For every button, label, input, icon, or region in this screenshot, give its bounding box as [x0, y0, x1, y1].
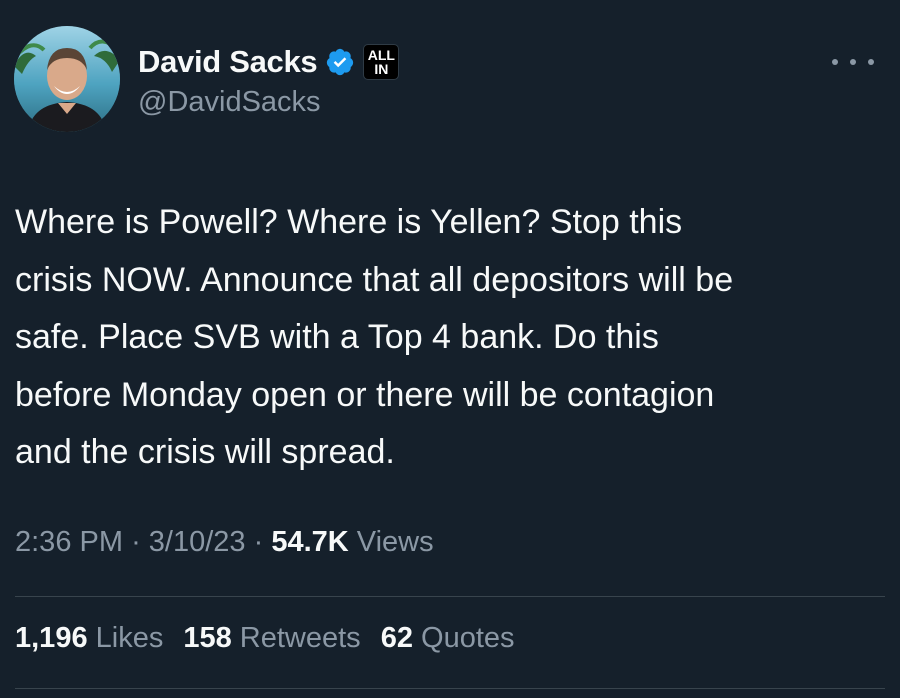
likes-stat[interactable]: 1,196 Likes [15, 622, 163, 655]
tweet-date[interactable]: 3/10/23 [149, 526, 246, 558]
tweet-card: David Sacks ALL IN @DavidSacks Where is … [0, 0, 900, 698]
more-horizontal-icon[interactable] [832, 50, 874, 74]
divider [15, 596, 885, 597]
author-display-name[interactable]: David Sacks [138, 44, 318, 80]
affiliate-badge-line2: IN [374, 61, 389, 77]
affiliate-badge-line1: ALL [367, 47, 395, 63]
meta-separator: · [253, 526, 272, 558]
retweets-stat[interactable]: 158 Retweets [183, 622, 360, 655]
quotes-stat[interactable]: 62 Quotes [381, 622, 515, 655]
likes-label: Likes [95, 622, 164, 654]
quotes-count: 62 [380, 622, 413, 654]
retweets-label: Retweets [239, 622, 361, 654]
verified-badge-icon[interactable] [325, 47, 355, 77]
meta-separator: · [131, 526, 149, 558]
likes-count: 1,196 [15, 622, 88, 654]
tweet-meta-row: 2:36 PM · 3/10/23 · 54.7K Views [15, 526, 434, 559]
avatar-image [14, 26, 120, 132]
tweet-time[interactable]: 2:36 PM [15, 526, 123, 558]
engagement-stats: 1,196 Likes 158 Retweets 62 Quotes [15, 622, 515, 655]
avatar[interactable] [14, 26, 120, 132]
author-name-row: David Sacks ALL IN [138, 40, 400, 84]
author-handle[interactable]: @DavidSacks [138, 86, 321, 119]
quotes-label: Quotes [421, 622, 515, 654]
affiliate-badge[interactable]: ALL IN [363, 44, 400, 80]
tweet-text: Where is Powell? Where is Yellen? Stop t… [15, 203, 734, 471]
views-label: Views [356, 526, 434, 558]
views-count: 54.7K [271, 526, 349, 558]
retweets-count: 158 [183, 622, 232, 654]
divider [15, 688, 885, 689]
